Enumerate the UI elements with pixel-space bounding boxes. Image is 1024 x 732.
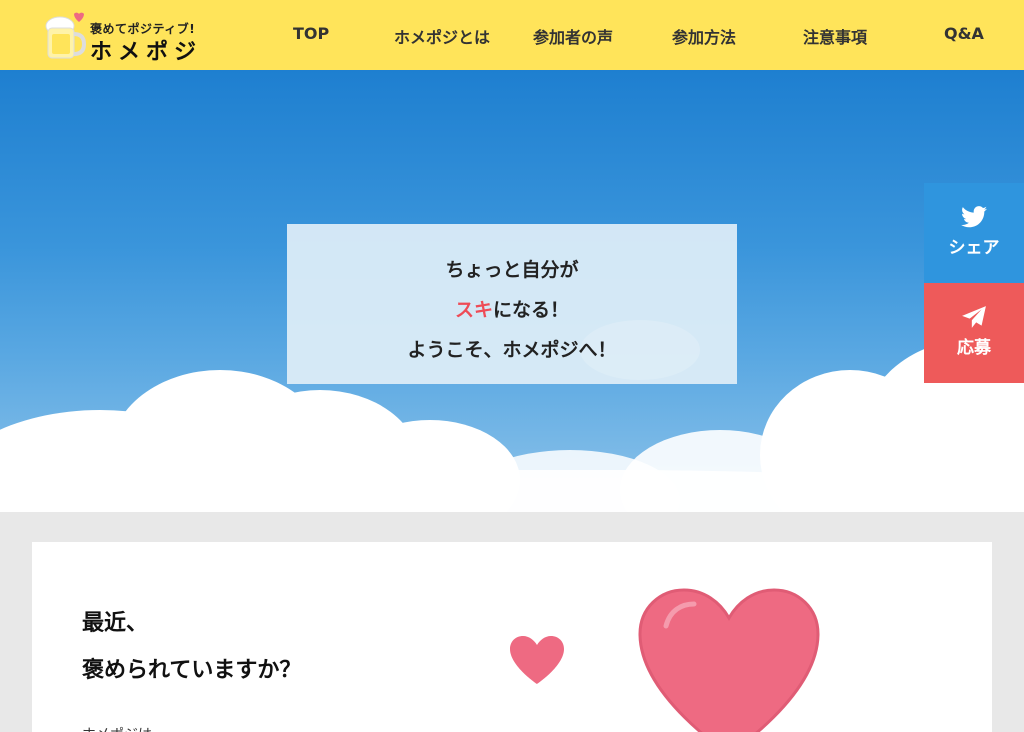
nav-notes[interactable]: 注意事項 [803,24,867,48]
nav-top[interactable]: TOP [293,24,329,43]
nav-how-to-join[interactable]: 参加方法 [672,24,736,48]
nav-voices[interactable]: 参加者の声 [533,24,613,48]
twitter-bird-icon [961,206,987,228]
hero-accent-text: スキ [454,299,493,321]
intro-heading: 最近、 褒められていますか？ [82,600,301,694]
intro-section: 最近、 褒められていますか？ ホメポジは [32,542,992,732]
hero-line-2-rest: になる！ [493,299,570,321]
hero-line-3: ようこそ、ホメポジへ！ [407,339,617,361]
hero-line-2: スキになる！ [287,290,737,330]
beer-mug-icon [45,12,86,59]
intro-text: ホメポジは [82,724,152,732]
share-button[interactable]: シェア [924,183,1024,283]
site-logo[interactable]: 褒めてポジティブ! ホメポジ [44,6,214,65]
small-heart-icon [510,636,564,684]
site-header: 褒めてポジティブ! ホメポジ TOP ホメポジとは 参加者の声 参加方法 注意事… [0,0,1024,70]
apply-label: 応募 [957,338,991,358]
nav-qa[interactable]: Q&A [944,24,984,43]
large-heart-icon [638,588,820,732]
hero-banner: ちょっと自分が スキになる！ ようこそ、ホメポジへ！ [0,70,1024,512]
intro-heading-line-1: 最近、 [82,611,149,636]
hero-message-box: ちょっと自分が スキになる！ ようこそ、ホメポジへ！ [287,224,737,384]
apply-button[interactable]: 応募 [924,283,1024,383]
logo-name: ホメポジ [90,40,203,65]
share-label: シェア [948,238,1000,258]
paper-plane-icon [962,306,986,328]
nav-about[interactable]: ホメポジとは [394,24,490,48]
hero-line-1: ちょっと自分が [445,259,579,281]
intro-heading-line-2: 褒められていますか？ [82,658,302,683]
